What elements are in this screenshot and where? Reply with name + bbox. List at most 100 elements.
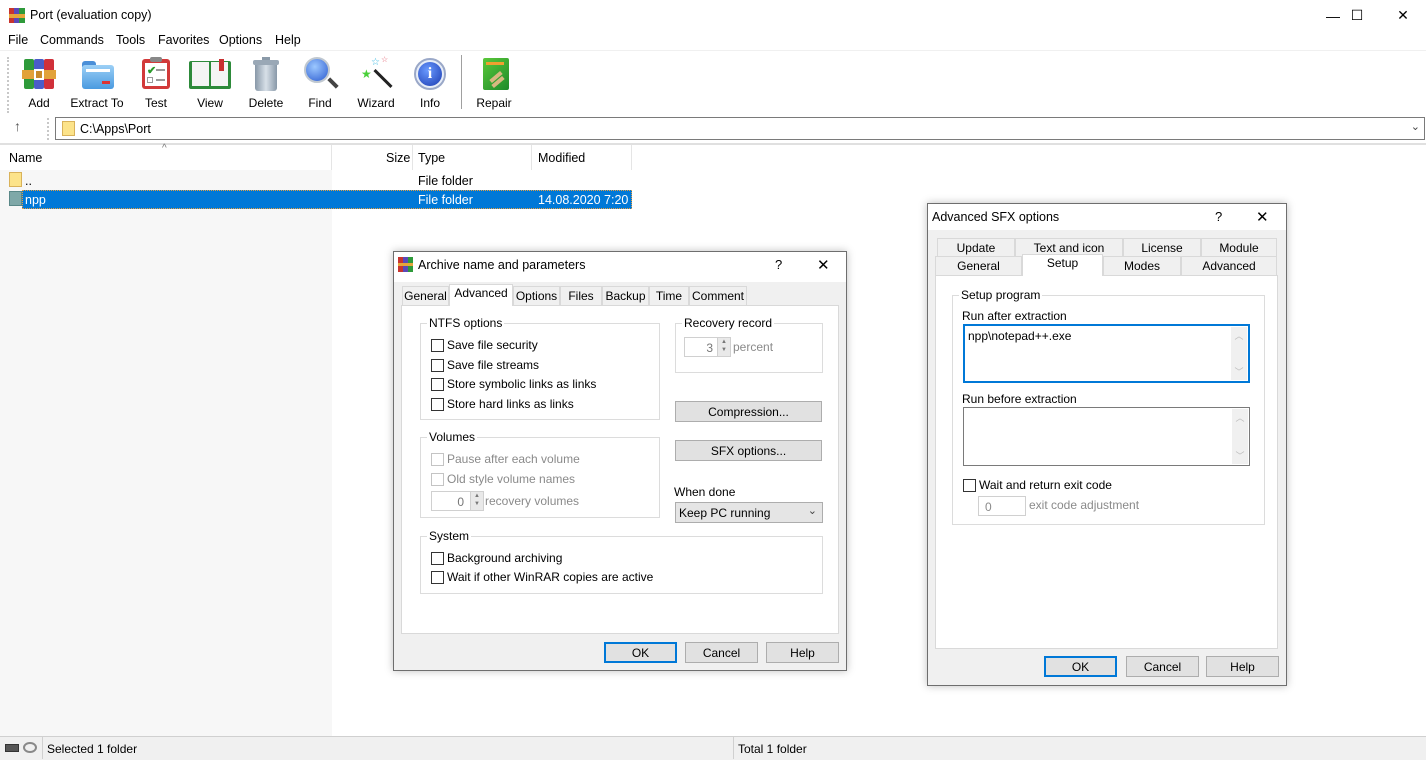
tab-license[interactable]: License — [1123, 238, 1201, 256]
help-button[interactable]: Help — [766, 642, 839, 663]
column-divider[interactable] — [531, 145, 532, 170]
wizard-button[interactable]: ★ ☆ ☆ Wizard — [356, 55, 396, 113]
dialog-close-button[interactable]: ✕ — [817, 256, 830, 274]
maximize-icon: ☐ — [1350, 7, 1364, 23]
menu-file[interactable]: File — [8, 33, 28, 47]
toolbar: Add Extract To ✔ Test View Delete Find ★… — [0, 50, 1426, 114]
menu-options[interactable]: Options — [219, 33, 262, 47]
extract-to-button[interactable]: Extract To — [70, 57, 124, 113]
dialog-title: Advanced SFX options — [932, 210, 1060, 224]
column-divider[interactable] — [631, 145, 632, 170]
status-divider — [42, 737, 43, 759]
scrollbar[interactable]: ︿ ﹀ — [1232, 409, 1248, 464]
address-input[interactable]: C:\Apps\Port ⌄ — [55, 117, 1425, 140]
tab-general[interactable]: General — [935, 256, 1022, 275]
spinner-arrows-icon[interactable]: ▲ ▼ — [470, 492, 483, 510]
store-symbolic-links-checkbox[interactable]: Store symbolic links as links — [431, 377, 596, 391]
column-divider[interactable] — [412, 145, 413, 170]
chevron-down-icon[interactable]: ⌄ — [1411, 120, 1420, 133]
background-archiving-checkbox[interactable]: Background archiving — [431, 551, 562, 565]
ntfs-options-group: NTFS options Save file security Save fil… — [420, 316, 660, 420]
tab-module[interactable]: Module — [1201, 238, 1277, 256]
group-label: System — [427, 529, 472, 543]
add-label: Add — [28, 96, 50, 110]
compression-button[interactable]: Compression... — [675, 401, 822, 422]
save-file-security-checkbox[interactable]: Save file security — [431, 338, 538, 352]
ok-button[interactable]: OK — [1044, 656, 1117, 677]
checkbox-box — [431, 338, 444, 352]
recovery-volumes-spinner[interactable]: 0 ▲ ▼ — [431, 491, 484, 511]
view-button[interactable]: View — [188, 57, 232, 113]
archive-parameters-dialog: Archive name and parameters ? ✕ General … — [393, 251, 847, 671]
menu-bar: File Commands Tools Favorites Options He… — [0, 31, 1426, 50]
test-button[interactable]: ✔ Test — [138, 57, 174, 113]
spinner-arrows-icon[interactable]: ▲ ▼ — [717, 338, 730, 356]
scrollbar[interactable]: ︿ ﹀ — [1231, 327, 1247, 380]
run-after-textarea[interactable]: npp\notepad++.exe ︿ ﹀ — [963, 324, 1250, 383]
add-button[interactable]: Add — [20, 57, 58, 113]
tab-advanced[interactable]: Advanced — [1181, 256, 1277, 275]
checkbox-box — [431, 452, 444, 466]
find-button[interactable]: Find — [302, 57, 339, 113]
wait-other-copies-checkbox[interactable]: Wait if other WinRAR copies are active — [431, 570, 653, 584]
tab-options[interactable]: Options — [513, 286, 560, 306]
group-label: Recovery record — [682, 316, 775, 330]
tab-comment[interactable]: Comment — [689, 286, 747, 306]
folder-icon — [9, 191, 22, 206]
address-path: C:\Apps\Port — [80, 122, 151, 136]
when-done-select[interactable]: Keep PC running ⌄ — [675, 502, 823, 523]
column-header-size[interactable]: Size — [386, 151, 410, 165]
setup-tab-page: Setup program Run after extraction npp\n… — [935, 275, 1278, 649]
info-button[interactable]: i Info — [412, 57, 448, 113]
menu-help[interactable]: Help — [275, 33, 301, 47]
column-header-modified[interactable]: Modified — [538, 151, 585, 165]
tab-time[interactable]: Time — [649, 286, 689, 306]
delete-button[interactable]: Delete — [246, 57, 286, 113]
file-type: File folder — [418, 174, 473, 188]
recovery-percent-spinner[interactable]: 3 ▲ ▼ — [684, 337, 731, 357]
help-button[interactable]: ? — [775, 257, 782, 272]
old-style-volume-names-checkbox[interactable]: Old style volume names — [431, 472, 575, 486]
extract-to-label: Extract To — [70, 96, 124, 110]
run-before-label: Run before extraction — [962, 392, 1077, 406]
magnifier-icon — [303, 57, 339, 91]
help-button[interactable]: Help — [1206, 656, 1279, 677]
toolbar-grip[interactable] — [7, 57, 9, 113]
sort-ascending-icon: ^ — [162, 143, 167, 154]
column-header-name[interactable]: Name — [9, 151, 42, 165]
checkbox-box — [963, 478, 976, 492]
file-row-parent[interactable]: .. File folder — [0, 171, 632, 190]
save-file-streams-checkbox[interactable]: Save file streams — [431, 358, 539, 372]
run-before-textarea[interactable]: ︿ ﹀ — [963, 407, 1250, 466]
dialog-close-button[interactable]: ✕ — [1256, 208, 1269, 226]
column-divider[interactable] — [331, 145, 332, 170]
tab-update[interactable]: Update — [937, 238, 1015, 256]
pause-after-volume-checkbox[interactable]: Pause after each volume — [431, 452, 580, 466]
menu-favorites[interactable]: Favorites — [158, 33, 209, 47]
tab-advanced[interactable]: Advanced — [449, 284, 513, 306]
help-button[interactable]: ? — [1215, 209, 1222, 224]
wait-exit-code-checkbox[interactable]: Wait and return exit code — [963, 478, 1112, 492]
ok-button[interactable]: OK — [604, 642, 677, 663]
up-folder-button[interactable]: ↑ — [14, 118, 21, 134]
tab-setup[interactable]: Setup — [1022, 254, 1103, 276]
window-title: Port (evaluation copy) — [30, 8, 152, 22]
close-button[interactable]: ✕ — [1380, 0, 1426, 31]
checkbox-box — [431, 397, 444, 411]
repair-button[interactable]: Repair — [475, 57, 513, 113]
menu-tools[interactable]: Tools — [116, 33, 145, 47]
menu-commands[interactable]: Commands — [40, 33, 104, 47]
tab-modes[interactable]: Modes — [1103, 256, 1181, 275]
sfx-options-button[interactable]: SFX options... — [675, 440, 822, 461]
cancel-button[interactable]: Cancel — [685, 642, 758, 663]
store-hard-links-checkbox[interactable]: Store hard links as links — [431, 397, 574, 411]
exit-code-adjustment-input[interactable]: 0 — [978, 496, 1026, 516]
tab-files[interactable]: Files — [560, 286, 602, 306]
view-label: View — [197, 96, 223, 110]
maximize-button[interactable]: ☐ — [1334, 0, 1380, 31]
column-header-type[interactable]: Type — [418, 151, 445, 165]
tab-general[interactable]: General — [402, 286, 449, 306]
file-row-selected[interactable]: npp File folder 14.08.2020 7:20 — [22, 190, 632, 209]
cancel-button[interactable]: Cancel — [1126, 656, 1199, 677]
tab-backup[interactable]: Backup — [602, 286, 649, 306]
